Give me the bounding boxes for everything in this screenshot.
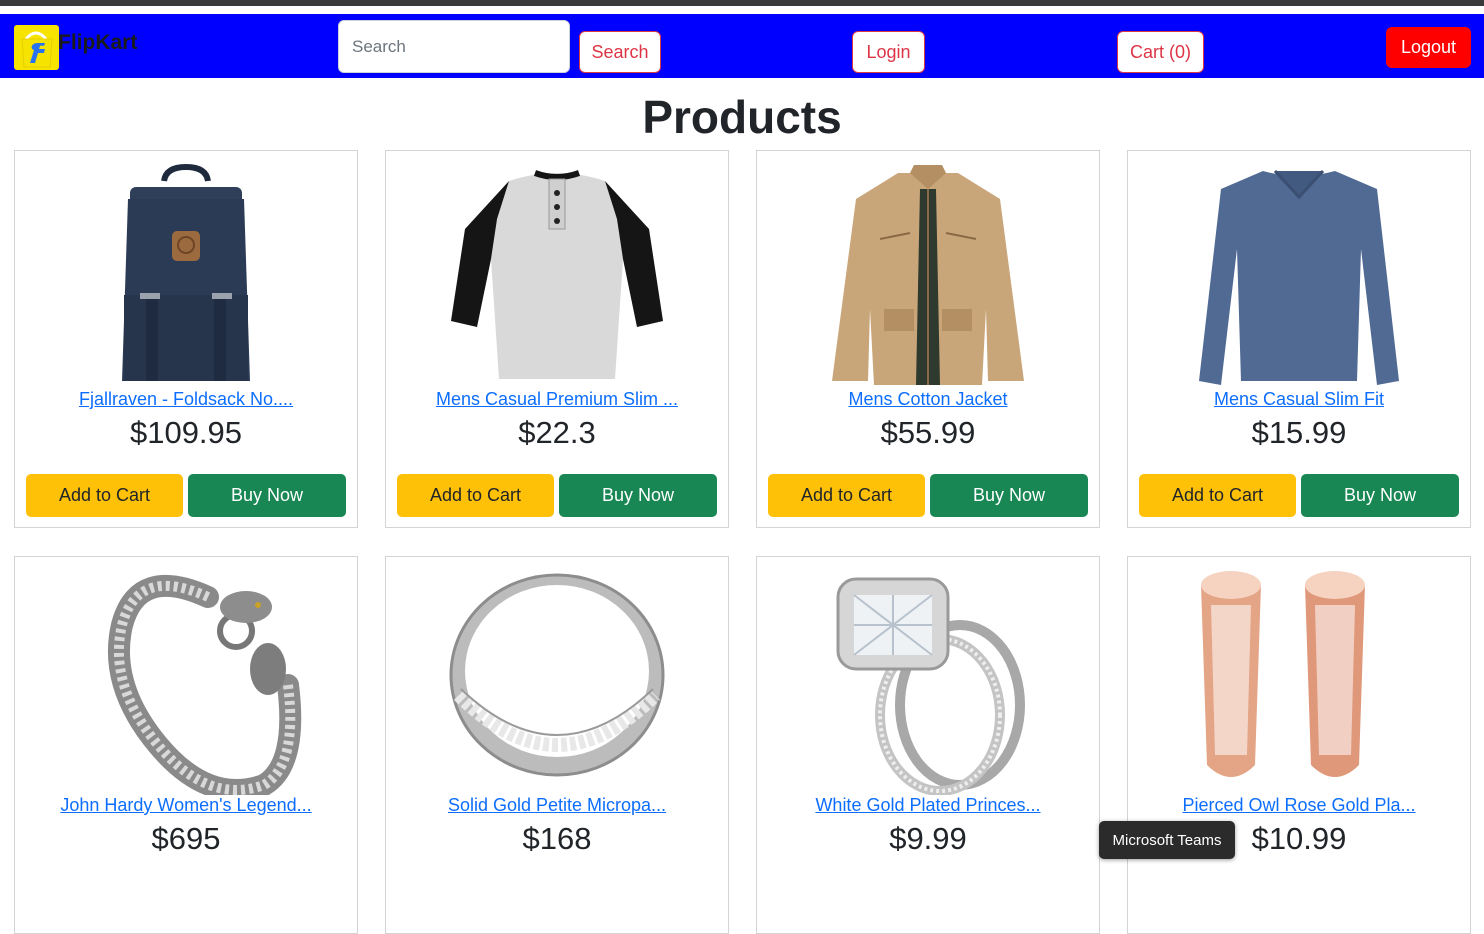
search-input[interactable] (338, 20, 570, 73)
product-card: Mens Cotton Jacket $55.99 Add to Cart Bu… (756, 150, 1100, 528)
taskbar-tooltip: Microsoft Teams (1099, 821, 1235, 859)
page-title: Products (642, 91, 842, 143)
backpack-image[interactable] (68, 159, 304, 389)
buy-now-button[interactable]: Buy Now (930, 474, 1088, 517)
product-price: $9.99 (889, 821, 967, 856)
product-card: Fjallraven - Foldsack No.... $109.95 Add… (14, 150, 358, 528)
product-price: $168 (522, 821, 592, 856)
add-to-cart-button[interactable]: Add to Cart (397, 474, 554, 517)
product-card: Mens Casual Premium Slim ... $22.3 Add t… (385, 150, 729, 528)
brand-name: FlipKart (58, 31, 138, 54)
rose-gold-tunnels-image[interactable] (1181, 565, 1417, 795)
product-title-link[interactable]: Mens Casual Slim Fit (1128, 389, 1470, 410)
window-top-strip (0, 0, 1484, 6)
product-card: Solid Gold Petite Micropa... $168 (385, 556, 729, 934)
product-title-link[interactable]: Solid Gold Petite Micropa... (386, 795, 728, 816)
product-card: Pierced Owl Rose Gold Pla... $10.99 (1127, 556, 1471, 934)
navbar: FlipKart Search Login Cart (0) Logout (0, 14, 1484, 78)
search-button[interactable]: Search (579, 31, 661, 73)
buy-now-button[interactable]: Buy Now (559, 474, 717, 517)
logout-button[interactable]: Logout (1386, 27, 1471, 68)
product-card: White Gold Plated Princes... $9.99 (756, 556, 1100, 934)
product-price: $109.95 (129, 415, 243, 450)
jacket-image[interactable] (810, 159, 1046, 389)
diamond-ring-set-image[interactable] (810, 565, 1046, 795)
product-title-link[interactable]: Fjallraven - Foldsack No.... (15, 389, 357, 410)
silver-band-ring-image[interactable] (439, 565, 675, 795)
product-title-link[interactable]: John Hardy Women's Legend... (15, 795, 357, 816)
raglan-shirt-image[interactable] (439, 159, 675, 389)
login-button[interactable]: Login (852, 31, 925, 73)
product-price: $695 (151, 821, 221, 856)
long-sleeve-shirt-image[interactable] (1181, 159, 1417, 389)
product-card: John Hardy Women's Legend... $695 (14, 556, 358, 934)
product-price: $55.99 (880, 415, 976, 450)
add-to-cart-button[interactable]: Add to Cart (768, 474, 925, 517)
product-title-link[interactable]: Mens Cotton Jacket (757, 389, 1099, 410)
product-title-link[interactable]: White Gold Plated Princes... (757, 795, 1099, 816)
product-title-link[interactable]: Mens Casual Premium Slim ... (386, 389, 728, 410)
dragon-bracelet-image[interactable] (68, 565, 304, 795)
product-price: $15.99 (1251, 415, 1347, 450)
buy-now-button[interactable]: Buy Now (1301, 474, 1459, 517)
add-to-cart-button[interactable]: Add to Cart (1139, 474, 1296, 517)
add-to-cart-button[interactable]: Add to Cart (26, 474, 183, 517)
brand-logo[interactable]: FlipKart (14, 24, 154, 70)
cart-button[interactable]: Cart (0) (1117, 31, 1204, 73)
product-card: Mens Casual Slim Fit $15.99 Add to Cart … (1127, 150, 1471, 528)
flipkart-bag-icon (14, 24, 59, 70)
product-price: $22.3 (518, 415, 596, 450)
buy-now-button[interactable]: Buy Now (188, 474, 346, 517)
product-title-link[interactable]: Pierced Owl Rose Gold Pla... (1128, 795, 1470, 816)
